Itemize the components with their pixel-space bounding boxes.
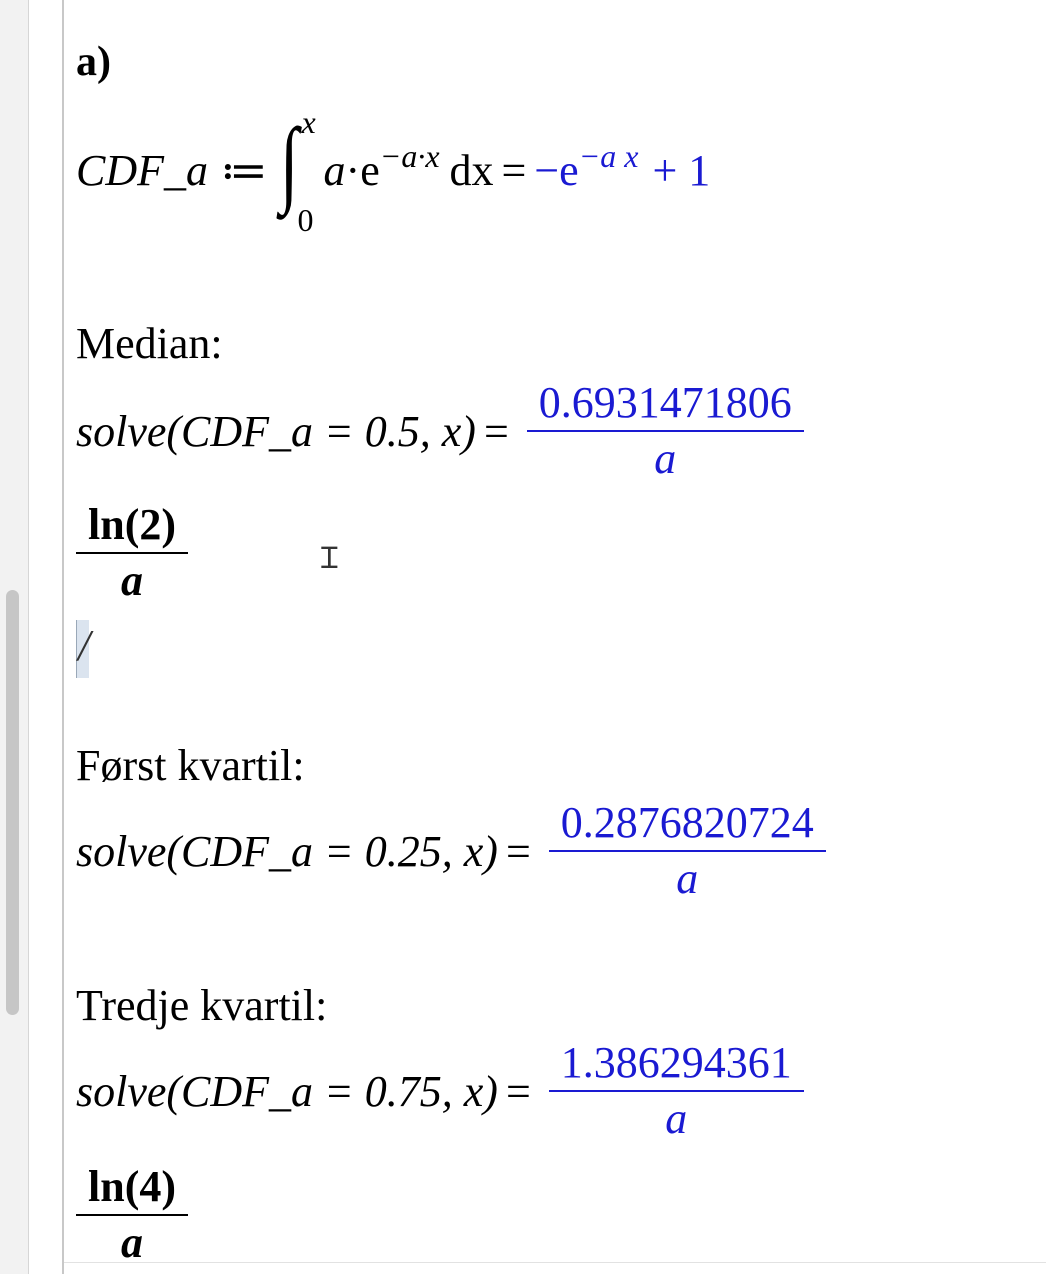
solve-arguments: (CDF_a = 0.25, x) — [166, 826, 498, 876]
document-margin-line — [62, 0, 64, 1274]
third-quartile-result-numerator: 1.386294361 — [548, 1039, 804, 1093]
median-heading: Median: — [76, 319, 223, 368]
differential: dx — [449, 145, 494, 195]
median-exact-denominator: a — [121, 556, 143, 606]
first-quartile-result-numerator: 0.2876820724 — [548, 799, 826, 853]
multiply-dot: · — [345, 145, 361, 195]
input-cursor-region[interactable]: / — [76, 620, 91, 678]
integral-sign: ∫ x 0 — [279, 104, 316, 238]
cdf-result-exponent: −a x — [578, 137, 639, 174]
section-label: a) — [76, 39, 111, 85]
cdf-result-prefix: −e — [534, 145, 579, 195]
equals-sign: = — [505, 826, 531, 876]
integral-lower-limit: 0 — [297, 202, 314, 238]
left-gutter — [0, 0, 29, 1274]
input-cursor: / — [78, 621, 91, 670]
cdf-result-suffix: + 1 — [652, 145, 711, 195]
equals-sign: = — [483, 406, 509, 456]
third-quartile-result-denominator: a — [665, 1094, 688, 1144]
vertical-scrollbar-thumb[interactable] — [6, 590, 19, 1015]
median-result-numerator: 0.6931471806 — [526, 379, 804, 433]
solve-command: solve — [76, 826, 167, 876]
cdf-definition-line[interactable]: CDF_a ≔ ∫ x 0 a · e −a·x dx = −e −a x + … — [76, 104, 711, 238]
solve-command: solve — [76, 406, 167, 456]
third-quartile-heading: Tredje kvartil: — [76, 981, 328, 1030]
i-beam-cursor-icon: Ɪ — [321, 541, 338, 576]
assign-operator: ≔ — [220, 145, 268, 196]
median-exact-numerator: ln(2) — [76, 501, 188, 555]
median-result-fraction: 0.6931471806 a — [526, 379, 804, 484]
solve-arguments: (CDF_a = 0.75, x) — [166, 1066, 498, 1116]
median-exact-line[interactable]: ln(2) a — [76, 501, 188, 606]
first-quartile-solve-line[interactable]: solve (CDF_a = 0.25, x) = 0.2876820724 a — [76, 799, 826, 904]
third-quartile-exact-fraction: ln(4) a — [76, 1163, 188, 1268]
first-quartile-heading: Først kvartil: — [76, 741, 305, 790]
third-quartile-solve-line[interactable]: solve (CDF_a = 0.75, x) = 1.386294361 a — [76, 1039, 804, 1144]
integral-upper-limit: x — [301, 104, 316, 140]
equals-sign: = — [505, 1066, 531, 1116]
integrand-coefficient: a — [323, 145, 346, 195]
equals-sign: = — [501, 145, 527, 195]
third-quartile-exact-numerator: ln(4) — [76, 1163, 188, 1217]
first-quartile-result-fraction: 0.2876820724 a — [548, 799, 826, 904]
exp-base: e — [360, 145, 380, 195]
solve-command: solve — [76, 1066, 167, 1116]
worksheet[interactable]: a) CDF_a ≔ ∫ x 0 a · e −a·x dx = −e −a x… — [76, 0, 1036, 1274]
median-exact-fraction: ln(2) a — [76, 501, 188, 606]
integrand-exponent: −a·x — [379, 137, 440, 174]
third-quartile-exact-line[interactable]: ln(4) a — [76, 1163, 188, 1268]
median-result-denominator: a — [654, 434, 677, 484]
first-quartile-result-denominator: a — [676, 854, 699, 904]
median-solve-line[interactable]: solve (CDF_a = 0.5, x) = 0.6931471806 a — [76, 379, 804, 484]
third-quartile-result-fraction: 1.386294361 a — [548, 1039, 804, 1144]
cdf-lhs: CDF_a — [76, 145, 208, 195]
solve-arguments: (CDF_a = 0.5, x) — [166, 406, 476, 456]
third-quartile-exact-denominator: a — [121, 1218, 143, 1268]
